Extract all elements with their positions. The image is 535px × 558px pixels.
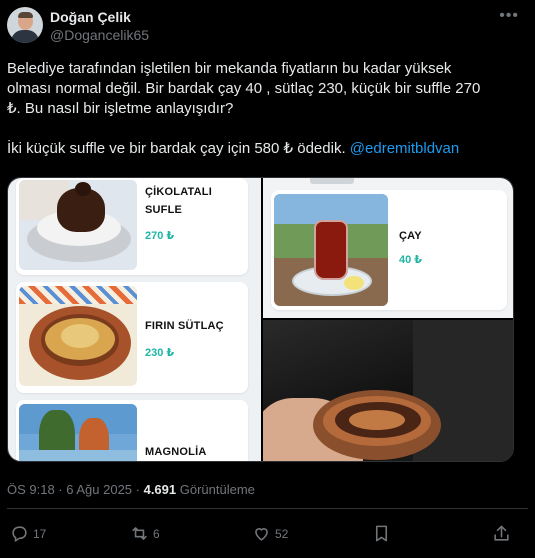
author-handle[interactable]: @Dogancelik65 [50,27,149,43]
tweet-text-line: ₺. Bu nasıl bir işletme anlayışıdır? [7,100,234,117]
author-name[interactable]: Doğan Çelik [50,9,131,25]
tweet-text: Belediye tarafından işletilen bir mekand… [7,59,512,159]
menu-item-price: 270 ₺ [145,230,175,242]
reply-button[interactable]: 17 [10,524,46,543]
menu-screenshot-image[interactable]: ÇİKOLATALI SUFLE 270 ₺ FIRIN SÜTLAÇ 230 … [8,178,261,461]
souffle-photo-in-hand[interactable] [263,320,513,461]
menu-item-title: ÇAY [399,230,422,242]
menu-item-title: SUFLE [145,204,183,216]
tea-photo [274,194,388,306]
like-count: 52 [275,526,289,541]
reply-icon [12,526,27,543]
tweet-text-line: Belediye tarafından işletilen bir mekand… [7,60,452,77]
media-grid: ÇİKOLATALI SUFLE 270 ₺ FIRIN SÜTLAÇ 230 … [7,177,514,462]
tweet: Doğan Çelik @Dogancelik65 ••• Belediye t… [0,0,535,558]
divider [7,508,528,509]
souffle-photo [19,180,137,270]
menu-item-title: FIRIN SÜTLAÇ [145,320,224,332]
views-label: Görüntüleme [176,482,255,497]
tea-menu-image[interactable]: ÇAY 40 ₺ [263,178,513,318]
reply-count: 17 [33,526,47,541]
menu-item-price: 230 ₺ [145,347,175,359]
magnolia-photo [19,404,137,461]
retweet-icon [132,527,147,540]
bookmark-button[interactable] [372,524,391,543]
heart-icon [255,528,268,541]
tweet-text-line: İki küçük suffle ve bir bardak çay için … [7,140,460,157]
share-icon [494,525,509,541]
tweet-text-line: olması normal değil. Bir bardak çay 40 ,… [7,80,481,97]
avatar[interactable] [7,7,43,43]
mention-link[interactable]: @edremitbldvan [350,140,459,157]
menu-item-card: ÇİKOLATALI SUFLE 270 ₺ [16,178,248,275]
retweet-button[interactable]: 6 [130,524,160,543]
more-options-icon[interactable]: ••• [499,7,519,25]
menu-item-price: 40 ₺ [399,254,422,266]
menu-item-card: MAGNOLİA [16,400,248,461]
tweet-meta: ÖS 9:18 · 6 Ağu 2025 · 4.691 Görüntüleme [7,482,255,497]
action-bar: 17 6 52 [0,524,535,548]
tweet-timestamp[interactable]: ÖS 9:18 · 6 Ağu 2025 · [7,482,144,497]
like-button[interactable]: 52 [252,524,288,543]
menu-item-card: FIRIN SÜTLAÇ 230 ₺ [16,282,248,393]
bookmark-icon [375,525,388,542]
menu-item-title: ÇİKOLATALI [145,186,212,198]
view-count: 4.691 [143,482,177,497]
rice-pudding-photo [19,286,137,386]
share-button[interactable] [492,524,511,543]
menu-item-title: MAGNOLİA [145,446,207,458]
menu-item-card: ÇAY 40 ₺ [271,190,507,310]
retweet-count: 6 [153,526,160,541]
